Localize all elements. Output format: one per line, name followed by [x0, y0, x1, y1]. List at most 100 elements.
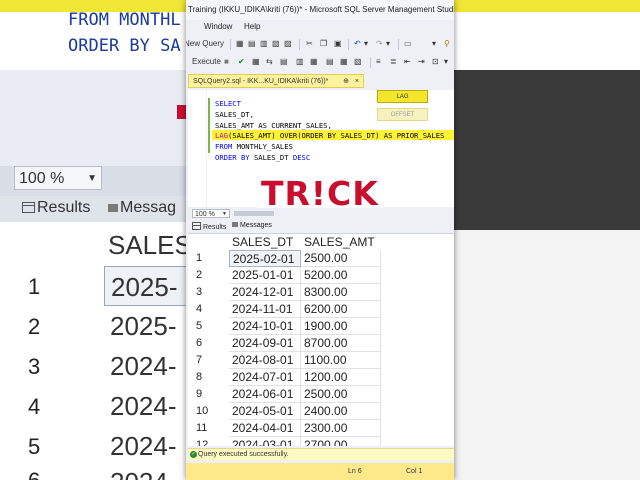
table-row[interactable]: 6 2024-09-01 8700.00: [188, 335, 454, 352]
row-number[interactable]: 5: [196, 318, 202, 335]
row-number[interactable]: 9: [196, 386, 202, 403]
paste-icon[interactable]: ▣: [334, 39, 342, 48]
uncomment-icon[interactable]: ≣: [390, 57, 397, 66]
cell-sales-dt[interactable]: 2024-10-01: [229, 318, 301, 335]
cell-sales-amt[interactable]: 2500.00: [301, 250, 381, 267]
menu-help[interactable]: Help: [244, 22, 260, 31]
change-marker: [208, 98, 210, 153]
row-number[interactable]: 10: [196, 403, 208, 420]
cell-sales-amt[interactable]: 1900.00: [301, 318, 381, 335]
intellisense-icon[interactable]: ▤: [280, 57, 288, 66]
table-row[interactable]: 5 2024-10-01 1900.00: [188, 318, 454, 335]
cell-sales-dt[interactable]: 2024-08-01: [229, 352, 301, 369]
zoom-select[interactable]: 100 % ▼: [192, 209, 230, 218]
row-number[interactable]: 12: [196, 437, 208, 446]
column-header-sales-amt[interactable]: SALES_AMT: [301, 234, 381, 250]
outdent-icon[interactable]: ⇤: [404, 57, 411, 66]
stop-icon[interactable]: ■: [224, 57, 229, 66]
cell-sales-amt[interactable]: 2700.00: [301, 437, 381, 446]
table-row[interactable]: 7 2024-08-01 1100.00: [188, 352, 454, 369]
redo-dropdown-icon[interactable]: ▾: [386, 39, 390, 48]
bg-right-grid: [454, 230, 640, 480]
table-row[interactable]: 12 2024-03-01 2700.00: [188, 437, 454, 446]
redo-icon[interactable]: ↷: [376, 39, 383, 48]
indent-icon[interactable]: ⇥: [418, 57, 425, 66]
database-engine-query-icon[interactable]: ▦: [236, 39, 244, 48]
row-number[interactable]: 7: [196, 352, 202, 369]
cell-sales-dt[interactable]: 2024-12-01: [229, 284, 301, 301]
cell-sales-dt[interactable]: 2024-09-01: [229, 335, 301, 352]
document-tab[interactable]: SQLQuery2.sql - IKK...KU_IDIKA\kriti (76…: [188, 74, 364, 88]
row-number[interactable]: 1: [196, 250, 202, 267]
menu-window[interactable]: Window: [204, 22, 232, 31]
cell-sales-amt[interactable]: 1200.00: [301, 369, 381, 386]
execute-button[interactable]: Execute: [192, 57, 221, 66]
expand-icon[interactable]: ▾: [432, 39, 436, 48]
results-to-text-icon[interactable]: ▤: [326, 57, 334, 66]
zoom-value: 100 %: [195, 211, 215, 218]
find-icon[interactable]: ⚲: [444, 39, 450, 48]
table-row[interactable]: 8 2024-07-01 1200.00: [188, 369, 454, 386]
table-row[interactable]: 9 2024-06-01 2500.00: [188, 386, 454, 403]
mdx-query-icon[interactable]: ▤: [248, 39, 256, 48]
cell-sales-dt[interactable]: 2024-06-01: [229, 386, 301, 403]
dmx-query-icon[interactable]: ▥: [260, 39, 268, 48]
copy-icon[interactable]: ❐: [320, 39, 327, 48]
new-query-button[interactable]: New Query: [186, 39, 224, 48]
cell-sales-amt[interactable]: 5200.00: [301, 267, 381, 284]
pin-icon[interactable]: ⊕: [343, 75, 349, 89]
cell-sales-amt[interactable]: 6200.00: [301, 301, 381, 318]
cell-sales-amt[interactable]: 2400.00: [301, 403, 381, 420]
include-plan-icon[interactable]: ▥: [296, 57, 304, 66]
cell-sales-amt[interactable]: 2300.00: [301, 420, 381, 437]
row-number[interactable]: 2: [196, 267, 202, 284]
cut-icon[interactable]: ✂: [306, 39, 313, 48]
table-row[interactable]: 10 2024-05-01 2400.00: [188, 403, 454, 420]
cell-sales-dt[interactable]: 2025-02-01: [229, 250, 301, 267]
cell-sales-dt[interactable]: 2025-01-01: [229, 267, 301, 284]
tab-messages[interactable]: Messages: [232, 222, 272, 229]
toolbar-separator: [230, 39, 231, 50]
undo-icon[interactable]: ↶: [354, 39, 361, 48]
cell-sales-dt[interactable]: 2024-03-01: [229, 437, 301, 446]
row-number[interactable]: 8: [196, 369, 202, 386]
cell-sales-amt[interactable]: 8700.00: [301, 335, 381, 352]
cell-sales-dt[interactable]: 2024-04-01: [229, 420, 301, 437]
xmla-query-icon[interactable]: ▧: [272, 39, 280, 48]
table-row[interactable]: 11 2024-04-01 2300.00: [188, 420, 454, 437]
row-number[interactable]: 3: [196, 284, 202, 301]
table-row[interactable]: 4 2024-11-01 6200.00: [188, 301, 454, 318]
table-row[interactable]: 1 2025-02-01 2500.00: [188, 250, 454, 267]
table-row[interactable]: 3 2024-12-01 8300.00: [188, 284, 454, 301]
tab-messages-label: Messages: [240, 222, 272, 229]
cell-sales-amt[interactable]: 8300.00: [301, 284, 381, 301]
tab-results[interactable]: Results: [192, 222, 226, 231]
parse-checkmark-icon[interactable]: ✔: [238, 57, 245, 66]
cell-sales-amt[interactable]: 1100.00: [301, 352, 381, 369]
close-icon[interactable]: ×: [355, 75, 359, 89]
estimated-plan-icon[interactable]: ▦: [252, 57, 260, 66]
toolbar-overflow-icon[interactable]: ▾: [444, 57, 448, 66]
column-header-sales-dt[interactable]: SALES_DT: [229, 234, 301, 250]
results-to-grid-icon[interactable]: ▦: [340, 57, 348, 66]
bg-cell: 2025-: [104, 266, 194, 306]
row-number[interactable]: 4: [196, 301, 202, 318]
cell-sales-dt[interactable]: 2024-11-01: [229, 301, 301, 318]
solution-config-dropdown[interactable]: ▭: [404, 39, 412, 48]
undo-dropdown-icon[interactable]: ▾: [364, 39, 368, 48]
client-stats-icon[interactable]: ▦: [310, 57, 318, 66]
row-number[interactable]: 6: [196, 335, 202, 352]
specify-values-icon[interactable]: ⊡: [432, 57, 439, 66]
dax-query-icon[interactable]: ▨: [284, 39, 292, 48]
cell-sales-amt[interactable]: 2500.00: [301, 386, 381, 403]
cell-sales-dt[interactable]: 2024-07-01: [229, 369, 301, 386]
comment-icon[interactable]: ≡: [376, 57, 381, 66]
table-row[interactable]: 2 2025-01-01 5200.00: [188, 267, 454, 284]
query-options-icon[interactable]: ⇆: [266, 57, 273, 66]
row-number[interactable]: 11: [196, 420, 207, 437]
results-to-file-icon[interactable]: ▧: [354, 57, 362, 66]
cell-sales-dt[interactable]: 2024-05-01: [229, 403, 301, 420]
results-grid: SALES_DT SALES_AMT 1 2025-02-01 2500.00 2 20…: [188, 234, 454, 446]
horizontal-scrollbar[interactable]: [234, 211, 274, 216]
window-title: Training (IKKU_IDIKA\kriti (76))* - Micr…: [186, 0, 454, 20]
